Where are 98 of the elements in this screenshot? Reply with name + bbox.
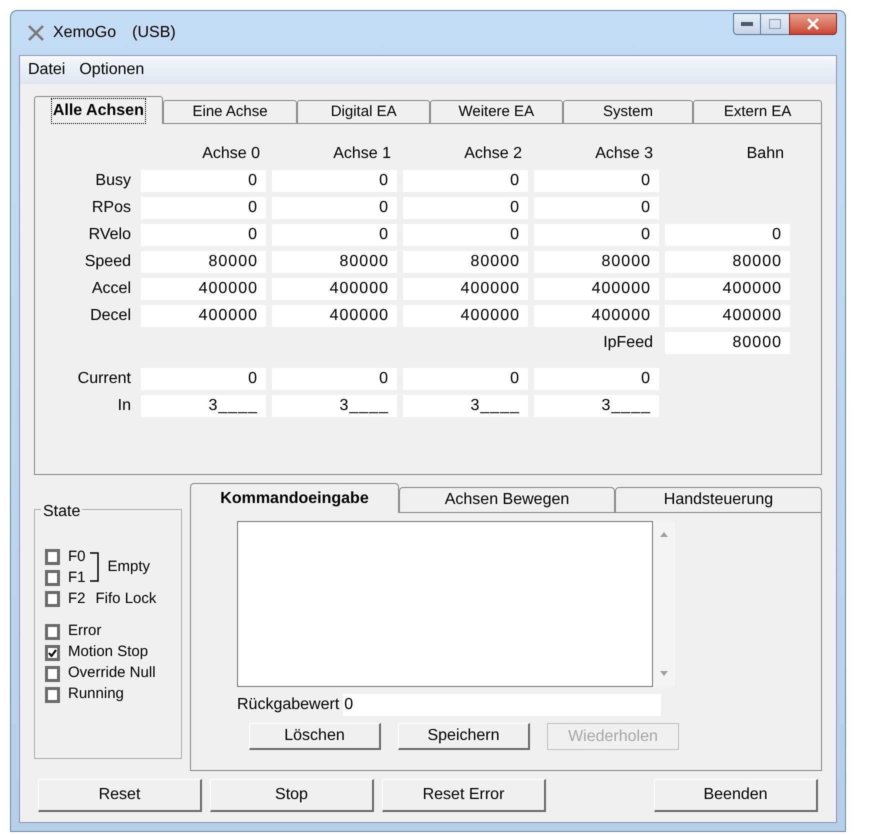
tab[interactable]: System [562, 100, 694, 124]
checkbox[interactable] [45, 624, 60, 640]
checkbox[interactable] [45, 548, 60, 564]
row-label: Busy [94, 170, 132, 190]
command-button[interactable]: Löschen [249, 723, 381, 750]
checkbox-label: Override Null [68, 663, 156, 684]
value-field: 0 [534, 196, 659, 218]
row-label: In [116, 396, 132, 416]
fifo-empty-label: Empty [108, 556, 150, 577]
minimize-icon [741, 22, 753, 26]
app-icon [27, 24, 45, 42]
row-label: Accel [90, 278, 132, 298]
value-field: 0 [272, 170, 397, 192]
value-field: 80000 [403, 250, 528, 272]
action-button[interactable]: Reset [38, 779, 202, 812]
column-header: Achse 0 [201, 144, 261, 164]
value-field: 400000 [403, 304, 528, 326]
row-label: RVelo [88, 224, 132, 244]
checkbox[interactable] [45, 686, 60, 702]
row-label: Current [76, 368, 132, 388]
tab[interactable]: Kommandoeingabe [190, 483, 399, 513]
menu-item[interactable]: Optionen [79, 58, 144, 82]
value-field: 400000 [665, 304, 790, 326]
close-icon [806, 18, 820, 30]
tab[interactable]: Eine Achse [162, 100, 298, 124]
value-field: 0 [534, 170, 659, 192]
row-label: Speed [84, 252, 132, 272]
value-field: 3____ [403, 394, 528, 416]
value-field: 0 [534, 368, 659, 390]
action-button[interactable]: Stop [210, 779, 374, 812]
maximize-icon [769, 19, 781, 29]
checkbox-label: Motion Stop [68, 642, 148, 662]
checkbox[interactable] [45, 590, 60, 606]
value-field: 0 [403, 224, 528, 246]
value-field: 80000 [534, 250, 659, 272]
tab[interactable]: Extern EA [693, 100, 822, 124]
value-field: 400000 [141, 304, 266, 326]
checkbox-label: F1 [68, 568, 86, 588]
value-field: 0 [141, 196, 266, 218]
value-field: 3____ [272, 394, 397, 416]
fifo-lock-label: Fifo Lock [96, 589, 156, 609]
value-field: 400000 [403, 278, 528, 300]
action-button[interactable]: Reset Error [382, 779, 546, 812]
value-field: 0 [665, 224, 790, 246]
value-field: 80000 [272, 250, 397, 272]
checkbox[interactable] [45, 570, 60, 586]
value-field: 0 [534, 224, 659, 246]
value-field: 0 [141, 368, 266, 390]
value-field: 80000 [665, 250, 790, 272]
row-label: Decel [89, 306, 132, 326]
value-field: 3____ [534, 394, 659, 416]
window-title-suffix: (USB) [132, 23, 176, 43]
close-button[interactable] [789, 13, 837, 35]
column-header: Achse 3 [594, 144, 654, 164]
value-field: 3____ [141, 394, 266, 416]
value-field: 400000 [272, 278, 397, 300]
return-value-field: 0 [343, 694, 662, 716]
minimize-button[interactable] [733, 13, 761, 35]
tab[interactable]: Digital EA [297, 100, 430, 124]
row-label: IpFeed [602, 332, 654, 352]
tab[interactable]: Handsteuerung [615, 487, 822, 513]
value-field: 400000 [534, 304, 659, 326]
value-field: 0 [272, 368, 397, 390]
value-field: 80000 [141, 250, 266, 272]
checkbox[interactable] [45, 666, 60, 682]
value-field: 0 [403, 196, 528, 218]
return-value-label: Rückgabewert [237, 695, 340, 715]
row-label: RPos [90, 198, 132, 218]
checkbox[interactable] [45, 644, 60, 660]
column-header: Bahn [746, 144, 785, 164]
checkbox-label: F2 [68, 589, 86, 609]
checkbox-label: Error [68, 621, 102, 642]
value-field: 400000 [534, 278, 659, 300]
tab[interactable]: Achsen Bewegen [399, 487, 615, 513]
bracket-drawing [90, 552, 100, 582]
command-button[interactable]: Speichern [398, 723, 530, 750]
tab[interactable]: Alle Achsen [34, 96, 163, 124]
value-field: 400000 [141, 278, 266, 300]
window-title: XemoGo [53, 23, 116, 43]
value-field: 0 [403, 170, 528, 192]
checkbox-label: Running [68, 684, 124, 704]
column-header: Achse 1 [332, 144, 392, 164]
value-field: 0 [272, 224, 397, 246]
value-field: 400000 [272, 304, 397, 326]
value-field: 0 [272, 196, 397, 218]
value-field: 80000 [665, 332, 790, 354]
tab[interactable]: Weitere EA [430, 100, 563, 124]
value-field: 400000 [665, 278, 790, 300]
maximize-button[interactable] [761, 13, 789, 35]
checkbox-label: F0 [68, 547, 86, 567]
value-field: 0 [141, 224, 266, 246]
action-button[interactable]: Beenden [654, 779, 818, 812]
value-field: 0 [403, 368, 528, 390]
menu-item[interactable]: Datei [28, 58, 66, 82]
value-field: 0 [141, 170, 266, 192]
checkmark-icon [48, 648, 57, 656]
column-header: Achse 2 [463, 144, 523, 164]
command-input-field[interactable] [237, 521, 653, 687]
